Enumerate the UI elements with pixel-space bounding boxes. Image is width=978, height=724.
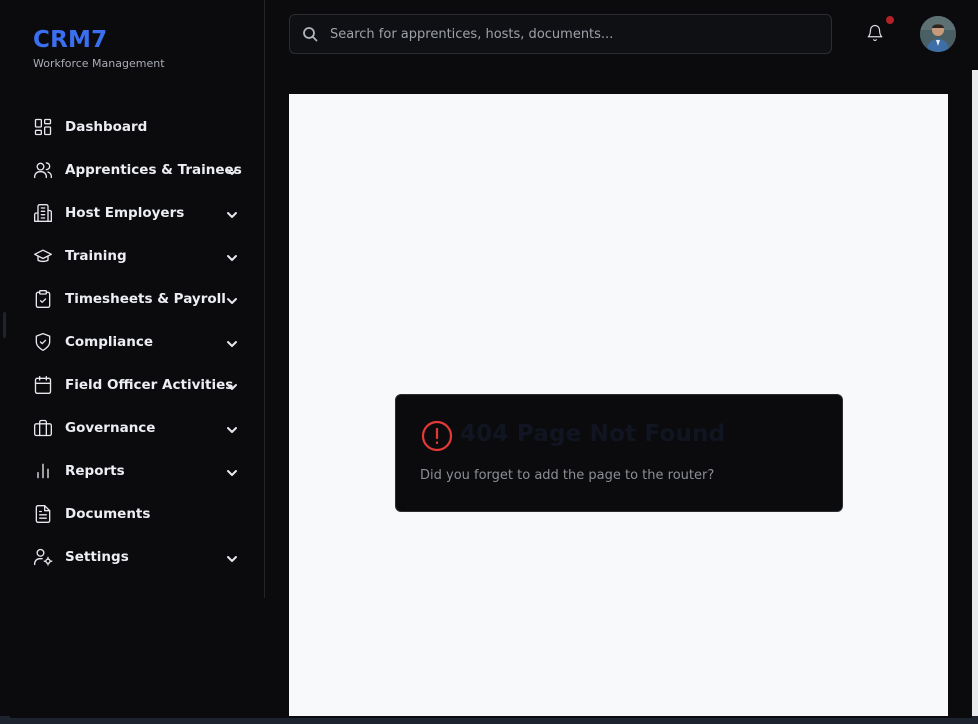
brand-name: CRM7 <box>33 27 108 53</box>
sidebar-item-label: Field Officer Activities <box>65 376 234 393</box>
alert-circle-icon <box>421 420 453 452</box>
sidebar-item-compliance[interactable]: Compliance <box>10 320 264 363</box>
bar-chart-icon <box>33 461 53 481</box>
briefcase-icon <box>33 418 53 438</box>
building-icon <box>33 203 53 223</box>
sidebar-item-label: Training <box>65 247 127 264</box>
dashboard-icon <box>33 117 53 137</box>
document-icon <box>33 504 53 524</box>
left-edge-handle <box>3 312 6 338</box>
sidebar-item-label: Reports <box>65 462 125 479</box>
sidebar-item-governance[interactable]: Governance <box>10 406 264 449</box>
chevron-down-icon[interactable] <box>226 206 238 218</box>
chevron-down-icon[interactable] <box>226 378 238 390</box>
sidebar-item-label: Settings <box>65 548 129 565</box>
sidebar-item-label: Governance <box>65 419 156 436</box>
avatar[interactable] <box>920 16 956 52</box>
clipboard-check-icon <box>33 289 53 309</box>
sidebar-item-label: Host Employers <box>65 204 185 221</box>
search-input[interactable] <box>330 26 831 42</box>
bottom-edge-inner <box>10 716 972 718</box>
chevron-down-icon[interactable] <box>226 421 238 433</box>
sidebar-item-field-officer[interactable]: Field Officer Activities <box>10 363 264 406</box>
sidebar: CRM7 Workforce Management Dashboard Appr… <box>10 0 265 598</box>
chevron-down-icon[interactable] <box>226 292 238 304</box>
sidebar-item-dashboard[interactable]: Dashboard <box>10 105 264 148</box>
scrollbar[interactable] <box>972 70 978 716</box>
user-avatar-image <box>920 16 956 52</box>
sidebar-item-timesheets[interactable]: Timesheets & Payroll <box>10 277 264 320</box>
sidebar-item-label: Compliance <box>65 333 154 350</box>
chevron-down-icon[interactable] <box>226 550 238 562</box>
shield-check-icon <box>33 332 53 352</box>
brand[interactable]: CRM7 Workforce Management <box>33 26 165 70</box>
error-title: 404 Page Not Found <box>460 421 726 447</box>
sidebar-nav: Dashboard Apprentices & Trainees Host Em… <box>10 105 264 578</box>
bell-icon <box>867 24 883 42</box>
users-icon <box>33 160 53 180</box>
brand-subtitle: Workforce Management <box>33 57 165 70</box>
sidebar-item-training[interactable]: Training <box>10 234 264 277</box>
search-icon <box>302 26 318 42</box>
sidebar-item-label: Documents <box>65 505 151 522</box>
sidebar-item-label: Timesheets & Payroll <box>65 290 226 307</box>
sidebar-item-host-employers[interactable]: Host Employers <box>10 191 264 234</box>
chevron-down-icon[interactable] <box>226 464 238 476</box>
sidebar-item-apprentices[interactable]: Apprentices & Trainees <box>10 148 264 191</box>
sidebar-item-label: Dashboard <box>65 118 148 135</box>
user-settings-icon <box>33 547 53 567</box>
sidebar-item-settings[interactable]: Settings <box>10 535 264 578</box>
sidebar-item-label: Apprentices & Trainees <box>65 161 242 178</box>
chevron-down-icon[interactable] <box>226 249 238 261</box>
chevron-down-icon[interactable] <box>226 163 238 175</box>
sidebar-item-documents[interactable]: Documents <box>10 492 264 535</box>
sidebar-item-reports[interactable]: Reports <box>10 449 264 492</box>
graduation-cap-icon <box>33 246 53 266</box>
calendar-icon <box>33 375 53 395</box>
not-found-card: 404 Page Not Found Did you forget to add… <box>395 394 843 512</box>
chevron-down-icon[interactable] <box>226 335 238 347</box>
notifications-button[interactable] <box>866 16 894 44</box>
notification-badge <box>886 16 894 24</box>
search-bar[interactable] <box>289 14 832 54</box>
error-message: Did you forget to add the page to the ro… <box>420 468 715 483</box>
